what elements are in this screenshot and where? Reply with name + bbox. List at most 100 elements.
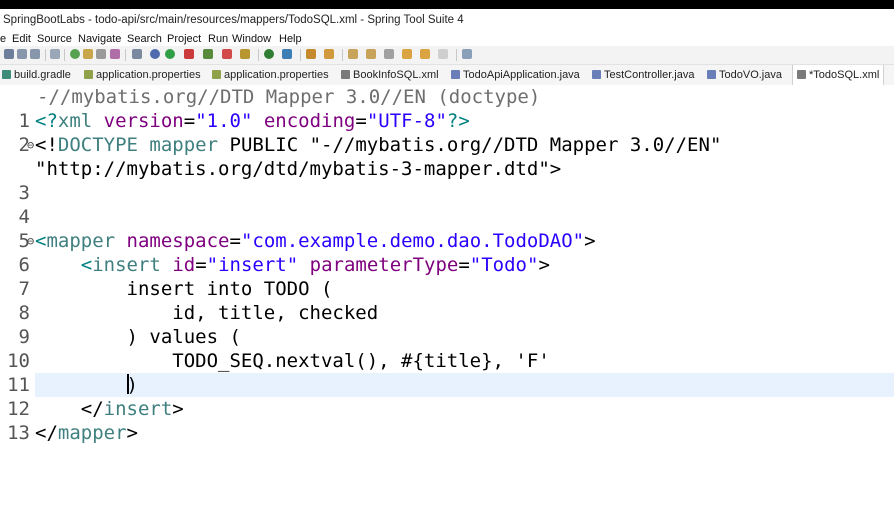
code-text: insert into TODO ( bbox=[35, 277, 894, 301]
code-token: <! bbox=[35, 134, 58, 156]
code-token: "com.example.demo.dao.TodoDAO" bbox=[240, 230, 585, 252]
tab-application-properties-2[interactable]: application.properties bbox=[212, 65, 329, 85]
code-line[interactable]: 6 <insert id="insert" parameterType="Tod… bbox=[0, 253, 894, 277]
code-token: id bbox=[172, 254, 196, 276]
code-line[interactable]: 7 insert into TODO ( bbox=[0, 277, 894, 301]
menu-project[interactable]: Project bbox=[167, 32, 201, 46]
forward-disabled-icon[interactable] bbox=[438, 49, 448, 59]
save-icon[interactable] bbox=[17, 49, 27, 59]
tab-bookinfosql-xml[interactable]: BookInfoSQL.xml bbox=[341, 65, 439, 85]
new-class-icon[interactable] bbox=[282, 49, 292, 59]
code-token: < bbox=[35, 230, 47, 252]
debug-icon[interactable] bbox=[132, 49, 142, 59]
code-token: PUBLIC "-//mybatis.org//DTD Mapper 3.0//… bbox=[218, 134, 722, 156]
annotation-prev-icon[interactable] bbox=[366, 49, 376, 59]
new-project-icon[interactable] bbox=[264, 49, 274, 59]
code-line[interactable]: 10 TODO_SEQ.nextval(), #{title}, 'F' bbox=[0, 349, 894, 373]
code-token: "UTF-8" bbox=[366, 110, 447, 132]
tab-todoapiapplication-java[interactable]: TodoApiApplication.java bbox=[451, 65, 580, 85]
menu-run[interactable]: Run bbox=[208, 32, 228, 46]
line-number: 11 bbox=[7, 374, 30, 396]
open-folder-icon[interactable] bbox=[306, 49, 316, 59]
code-token: > bbox=[538, 254, 550, 276]
menu-help[interactable]: Help bbox=[279, 32, 302, 46]
code-token: mapper bbox=[149, 134, 219, 156]
properties-file-icon bbox=[212, 70, 221, 79]
stop-icon[interactable] bbox=[222, 49, 232, 59]
forward-icon[interactable] bbox=[420, 49, 430, 59]
last-edit-icon[interactable] bbox=[384, 49, 394, 59]
build-icon[interactable] bbox=[240, 49, 250, 59]
gradle-file-icon bbox=[2, 70, 11, 79]
tab-build-gradle[interactable]: build.gradle bbox=[2, 65, 71, 85]
java-file-icon bbox=[707, 70, 716, 79]
tab-todosql-xml[interactable]: *TodoSQL.xml bbox=[792, 65, 885, 86]
code-line[interactable]: 5 ⊖ <mapper namespace="com.example.demo.da… bbox=[0, 229, 894, 253]
fold-toggle-icon[interactable]: ⊖ bbox=[27, 133, 35, 157]
code-line[interactable]: 4 bbox=[0, 205, 894, 229]
code-token: = bbox=[458, 254, 470, 276]
toolbar-separator bbox=[342, 49, 343, 61]
toolbar-separator bbox=[45, 49, 46, 61]
pin-editor-icon[interactable] bbox=[462, 49, 472, 59]
code-token: < bbox=[80, 254, 93, 276]
code-token: = bbox=[355, 110, 367, 132]
line-number: 9 bbox=[18, 326, 30, 348]
tab-label: application.properties bbox=[224, 69, 329, 81]
save-all-icon[interactable] bbox=[30, 49, 40, 59]
open-type-icon[interactable] bbox=[83, 49, 93, 59]
code-token: parameterType bbox=[309, 254, 459, 276]
code-line[interactable]: 13 </mapper> bbox=[0, 421, 894, 445]
menu-navigate[interactable]: Navigate bbox=[78, 32, 121, 46]
tab-label: TodoVO.java bbox=[719, 69, 782, 81]
code-line[interactable]: 9 ) values ( bbox=[0, 325, 894, 349]
external-tools-icon[interactable] bbox=[203, 49, 213, 59]
line-number: 4 bbox=[18, 206, 30, 228]
menu-search[interactable]: Search bbox=[127, 32, 162, 46]
editor-tab-bar: build.gradle application.properties appl… bbox=[0, 65, 894, 86]
tab-testcontroller-java[interactable]: TestController.java bbox=[592, 65, 695, 85]
java-file-icon bbox=[592, 70, 601, 79]
code-line[interactable]: "http://mybatis.org/dtd/mybatis-3-mapper… bbox=[0, 157, 894, 181]
code-token: = bbox=[183, 110, 196, 132]
code-token: "Todo" bbox=[469, 254, 539, 276]
run-icon[interactable] bbox=[165, 49, 175, 59]
menu-window[interactable]: Window bbox=[232, 32, 271, 46]
annotation-next-icon[interactable] bbox=[348, 49, 358, 59]
code-text: <?xml version="1.0" encoding="UTF-8"?> bbox=[35, 109, 894, 133]
print-icon[interactable] bbox=[50, 49, 60, 59]
code-line[interactable]: 2 ⊖ <!DOCTYPE mapper PUBLIC "-//mybatis.or… bbox=[0, 133, 894, 157]
spring-boot-icon[interactable] bbox=[70, 49, 80, 59]
properties-file-icon bbox=[84, 70, 93, 79]
menu-source[interactable]: Source bbox=[37, 32, 72, 46]
code-token: "http://mybatis.org/dtd/mybatis-3-mapper… bbox=[35, 158, 562, 180]
code-text: <mapper namespace="com.example.demo.dao.… bbox=[35, 229, 894, 253]
console-icon[interactable] bbox=[96, 49, 106, 59]
code-token: mapper bbox=[57, 422, 127, 444]
fold-toggle-icon[interactable]: ⊖ bbox=[27, 229, 35, 253]
menu-file[interactable]: e bbox=[0, 32, 6, 46]
code-token: = bbox=[229, 230, 241, 252]
new-icon[interactable] bbox=[4, 49, 14, 59]
code-line[interactable]: 12 </insert> bbox=[0, 397, 894, 421]
coverage-icon[interactable] bbox=[150, 49, 160, 59]
code-line[interactable]: 8 id, title, checked bbox=[0, 301, 894, 325]
code-line[interactable]: 3 bbox=[0, 181, 894, 205]
search-pen-icon[interactable] bbox=[324, 49, 334, 59]
back-icon[interactable] bbox=[402, 49, 412, 59]
code-editor[interactable]: -//mybatis.org//DTD Mapper 3.0//EN (doct… bbox=[0, 85, 894, 524]
toolbar-separator bbox=[258, 49, 259, 61]
window-title: SpringBootLabs - todo-api/src/main/resou… bbox=[0, 9, 894, 32]
code-line[interactable]: 11 ) bbox=[0, 373, 894, 397]
run-external-icon[interactable] bbox=[184, 49, 194, 59]
code-token: version bbox=[103, 110, 184, 132]
tab-label: *TodoSQL.xml bbox=[809, 69, 880, 81]
code-line[interactable]: 1 <?xml version="1.0" encoding="UTF-8"?> bbox=[0, 109, 894, 133]
refactor-icon[interactable] bbox=[110, 49, 120, 59]
menu-edit[interactable]: Edit bbox=[12, 32, 31, 46]
tab-todovo-java[interactable]: TodoVO.java bbox=[707, 65, 782, 85]
tab-application-properties-1[interactable]: application.properties bbox=[84, 65, 201, 85]
